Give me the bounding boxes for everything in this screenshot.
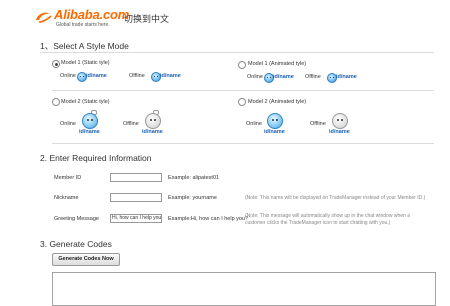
model1-animated-label: Model 1 (Animated tyle) [248, 61, 307, 67]
switch-language-link[interactable]: 切换到中文 [124, 12, 169, 25]
model1-animated-offline-id: id/name [336, 74, 357, 80]
generated-code-textarea[interactable] [52, 272, 436, 306]
alibaba-logo-icon [36, 12, 52, 23]
generate-codes-button[interactable]: Generate Codes Now [52, 253, 120, 266]
member-id-input[interactable] [110, 173, 162, 182]
nickname-example: Example: yourname [168, 195, 217, 201]
model2-static-online-id: id/name [79, 129, 100, 135]
model1-static-label: Model 1 (Static tyle) [61, 60, 110, 66]
section-3-title: 3. Generate Codes [40, 239, 112, 249]
model1-static-online-label: Online [60, 73, 76, 79]
model2-animated-online-id: id/name [264, 129, 285, 135]
model1-static-online-id: id/name [86, 73, 107, 79]
divider [40, 52, 434, 53]
offline-chat-icon [332, 113, 348, 129]
nickname-label: Nickname [54, 195, 79, 201]
nickname-note: (Note: This name will be displayed on Tr… [245, 195, 426, 201]
greeting-message-label: Greeting Message [54, 216, 99, 222]
model1-animated-online-id: id/name [273, 74, 294, 80]
greeting-message-note: (Note: This message will automatically s… [245, 213, 410, 226]
model1-static-radio[interactable] [52, 60, 60, 68]
model1-animated-offline-label: Offline [305, 74, 321, 80]
member-id-example: Example: alipatest01 [168, 175, 220, 181]
greeting-message-example: Example:Hi, how can I help you? [168, 216, 249, 222]
greeting-message-input[interactable]: Hi, how can I help you? [110, 214, 162, 223]
section-1-title: 1、Select A Style Mode [40, 41, 129, 51]
model2-static-offline-label: Offline [123, 121, 139, 127]
model2-animated-offline-label: Offline [310, 121, 326, 127]
section-2-title: 2. Enter Required Information [40, 153, 152, 163]
model1-animated-online-label: Online [247, 74, 263, 80]
logo-tagline: Global trade starts here. [56, 22, 110, 28]
model2-animated-label: Model 2 (Animated tyle) [248, 99, 307, 105]
divider [52, 90, 434, 91]
alibaba-logo: Alibaba.com [54, 7, 130, 22]
model1-static-offline-label: Offline [129, 73, 145, 79]
member-id-label: Member ID [54, 175, 82, 181]
model2-static-radio[interactable] [52, 98, 60, 106]
model2-static-online-label: Online [60, 121, 76, 127]
model2-animated-online-label: Online [246, 121, 262, 127]
divider [52, 143, 434, 144]
online-chat-icon [82, 113, 98, 129]
model2-animated-offline-id: id/name [329, 129, 350, 135]
offline-chat-icon [145, 113, 161, 129]
model1-animated-radio[interactable] [238, 61, 246, 69]
nickname-input[interactable] [110, 193, 162, 202]
model2-animated-radio[interactable] [238, 98, 246, 106]
model2-static-label: Model 2 (Static tyle) [61, 99, 110, 105]
model1-static-offline-id: id/name [160, 73, 181, 79]
model2-static-offline-id: id/name [142, 129, 163, 135]
online-chat-icon [267, 113, 283, 129]
